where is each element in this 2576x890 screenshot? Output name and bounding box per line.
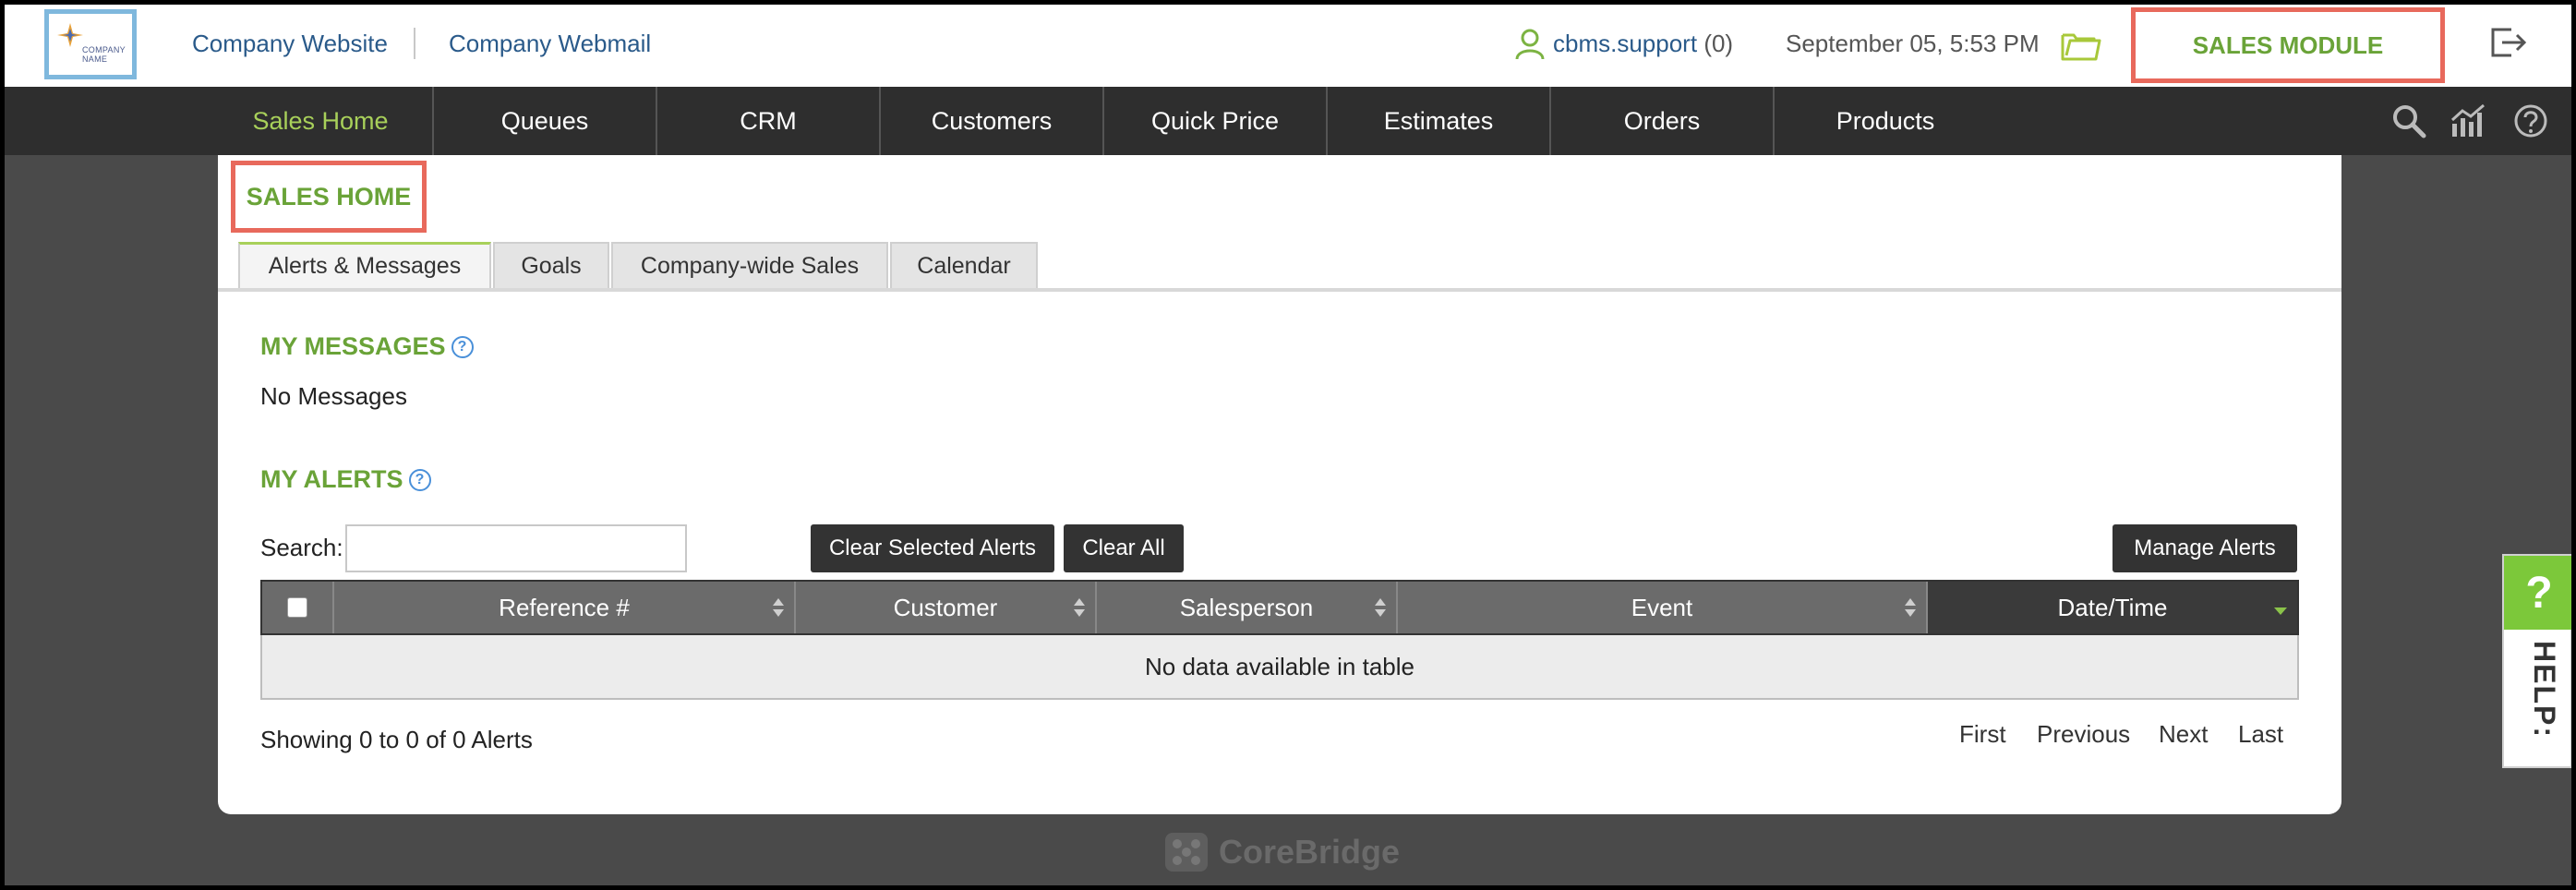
user-icon — [1515, 29, 1545, 60]
corebridge-logo-icon — [1165, 833, 1208, 872]
pager-next[interactable]: Next — [2159, 720, 2208, 749]
sort-desc-icon — [2274, 607, 2287, 615]
column-customer[interactable]: Customer — [794, 582, 1095, 633]
table-info: Showing 0 to 0 of 0 Alerts — [260, 726, 533, 753]
column-reference[interactable]: Reference # — [332, 582, 794, 633]
nav-item-quick-price[interactable]: Quick Price — [1102, 87, 1326, 155]
help-side-tab[interactable]: ? HELP: — [2502, 554, 2574, 768]
column-date-time-label: Date/Time — [2057, 593, 2168, 621]
clear-all-button[interactable]: Clear All — [1064, 524, 1184, 572]
help-question-icon: ? — [2504, 556, 2574, 630]
my-messages-title: MY MESSAGES — [260, 332, 446, 360]
column-event-label: Event — [1631, 593, 1693, 621]
page-title: SALES HOME — [231, 161, 427, 233]
sales-module-button[interactable]: SALES MODULE — [2131, 7, 2445, 83]
company-website-link[interactable]: Company Website — [192, 30, 388, 58]
my-alerts-heading: MY ALERTS ? — [260, 465, 431, 494]
link-divider — [414, 28, 415, 59]
sort-icon — [1074, 598, 1085, 617]
chart-icon[interactable] — [2449, 103, 2489, 138]
alerts-table: Reference # Customer Salesperson Event D… — [260, 580, 2299, 700]
nav-item-customers[interactable]: Customers — [879, 87, 1102, 155]
user-account-link[interactable]: cbms.support (0) — [1553, 30, 1733, 58]
top-bar: COMPANY NAME Company Website Company Web… — [0, 0, 2576, 87]
folder-icon[interactable] — [2061, 30, 2101, 61]
pager-first[interactable]: First — [1959, 720, 2006, 749]
tab-calendar[interactable]: Calendar — [890, 242, 1038, 288]
search-icon[interactable] — [2391, 103, 2426, 138]
table-header: Reference # Customer Salesperson Event D… — [260, 580, 2299, 635]
manage-alerts-button[interactable]: Manage Alerts — [2113, 524, 2297, 572]
corebridge-brand: CoreBridge — [1219, 833, 1401, 871]
help-label: HELP: — [2528, 641, 2561, 739]
current-datetime: September 05, 5:53 PM — [1786, 30, 2040, 57]
nav-item-queues[interactable]: Queues — [432, 87, 656, 155]
select-all-checkbox[interactable] — [287, 597, 307, 618]
messages-empty-text: No Messages — [260, 382, 407, 410]
table-empty-row: No data available in table — [260, 635, 2299, 700]
company-webmail-link[interactable]: Company Webmail — [449, 30, 651, 58]
main-panel: SALES HOME Alerts & Messages Goals Compa… — [218, 155, 2341, 814]
nav-item-crm[interactable]: CRM — [656, 87, 879, 155]
column-event[interactable]: Event — [1396, 582, 1926, 633]
clear-selected-alerts-button[interactable]: Clear Selected Alerts — [811, 524, 1054, 572]
sort-icon — [1905, 598, 1916, 617]
pager-previous[interactable]: Previous — [2037, 720, 2130, 749]
my-messages-heading: MY MESSAGES ? — [260, 332, 474, 361]
tab-divider — [218, 288, 2341, 292]
user-notification-count: (0) — [1703, 30, 1734, 57]
column-salesperson-label: Salesperson — [1179, 593, 1314, 621]
nav-item-estimates[interactable]: Estimates — [1326, 87, 1549, 155]
pager-last[interactable]: Last — [2238, 720, 2283, 749]
company-logo[interactable]: COMPANY NAME — [44, 9, 137, 79]
column-customer-label: Customer — [893, 593, 998, 621]
messages-help-icon[interactable]: ? — [451, 335, 474, 358]
search-label: Search: — [260, 534, 343, 561]
logo-text: COMPANY NAME — [82, 45, 126, 64]
tab-alerts-messages[interactable]: Alerts & Messages — [238, 242, 491, 288]
alerts-help-icon[interactable]: ? — [408, 468, 431, 491]
username: cbms.support — [1553, 30, 1698, 57]
column-reference-label: Reference # — [499, 593, 630, 621]
nav-item-sales-home[interactable]: Sales Home — [209, 87, 432, 155]
logout-icon[interactable] — [2489, 24, 2530, 61]
help-icon[interactable] — [2513, 103, 2548, 138]
select-all-checkbox-cell — [262, 582, 332, 633]
search-input[interactable] — [345, 524, 687, 572]
column-date-time[interactable]: Date/Time — [1926, 582, 2297, 633]
sort-icon — [773, 598, 784, 617]
my-alerts-title: MY ALERTS — [260, 465, 403, 493]
nav-item-orders[interactable]: Orders — [1549, 87, 1773, 155]
sort-icon — [1375, 598, 1386, 617]
corebridge-watermark: CoreBridge — [1163, 831, 1400, 873]
tab-goals[interactable]: Goals — [493, 242, 609, 288]
logo-star-icon — [57, 23, 83, 47]
column-salesperson[interactable]: Salesperson — [1095, 582, 1396, 633]
tab-company-wide-sales[interactable]: Company-wide Sales — [611, 242, 888, 288]
main-nav: Sales Home Queues CRM Customers Quick Pr… — [0, 87, 2576, 155]
nav-item-products[interactable]: Products — [1773, 87, 1996, 155]
